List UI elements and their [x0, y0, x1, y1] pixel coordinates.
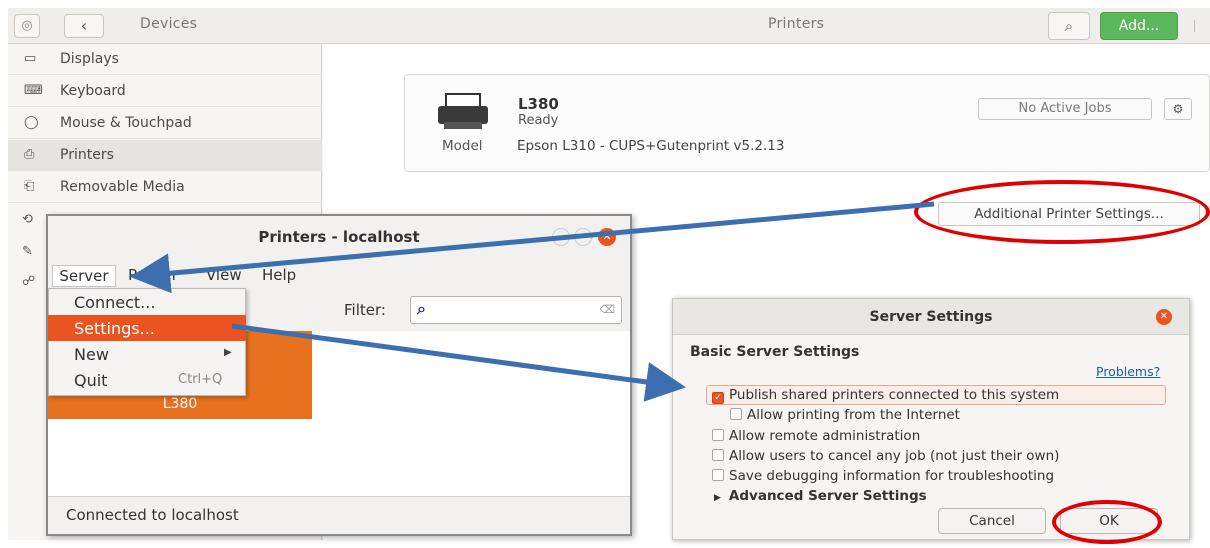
arrow-to-publish-option: [231, 323, 686, 402]
arrow-to-server-menu: [130, 201, 935, 294]
annotation-arrows: [130, 201, 935, 402]
